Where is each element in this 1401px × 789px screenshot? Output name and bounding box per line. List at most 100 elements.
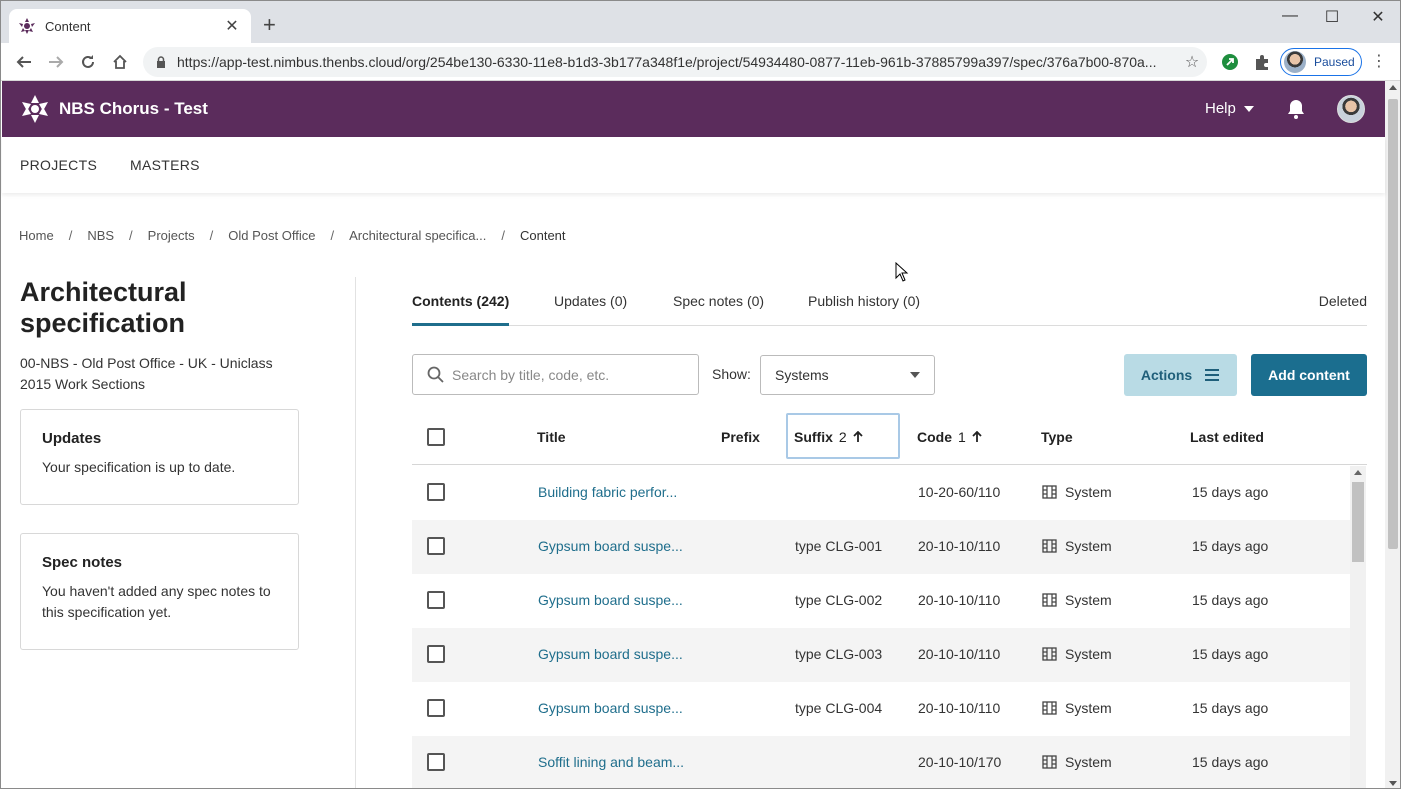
row-title-link[interactable]: Soffit lining and beam... <box>538 754 684 770</box>
table-scroll-up-icon[interactable] <box>1354 470 1362 475</box>
scroll-up-icon[interactable] <box>1389 85 1397 90</box>
column-last-edited-label: Last edited <box>1190 429 1264 445</box>
scrollbar-thumb[interactable] <box>1388 99 1398 549</box>
sidebar-divider <box>355 277 356 788</box>
spec-description: 00-NBS - Old Post Office - UK - Uniclass… <box>20 355 273 392</box>
address-bar[interactable]: https://app-test.nimbus.thenbs.cloud/org… <box>143 47 1207 77</box>
caret-down-icon <box>1243 105 1254 112</box>
column-title-label: Title <box>537 429 566 445</box>
breadcrumb: Home / NBS / Projects / Old Post Office … <box>19 228 566 243</box>
row-checkbox[interactable] <box>427 537 445 555</box>
window-close-icon[interactable]: ✕ <box>1368 7 1388 27</box>
actions-button[interactable]: Actions <box>1124 354 1237 396</box>
row-title-link[interactable]: Building fabric perfor... <box>538 484 677 500</box>
column-title[interactable]: Title <box>537 429 566 445</box>
row-suffix: type CLG-003 <box>795 646 883 662</box>
breadcrumb-separator: / <box>68 228 73 243</box>
row-last-edited: 15 days ago <box>1192 646 1269 662</box>
table-row[interactable]: Building fabric perfor... 10-20-60/110 S… <box>412 466 1350 520</box>
row-checkbox[interactable] <box>427 483 445 501</box>
maximize-icon[interactable]: ☐ <box>1322 7 1342 27</box>
tab-publish-history[interactable]: Publish history (0) <box>808 293 920 326</box>
column-type[interactable]: Type <box>1041 429 1073 445</box>
tab-spec-notes[interactable]: Spec notes (0) <box>673 293 764 326</box>
column-prefix[interactable]: Prefix <box>721 429 760 445</box>
table-row[interactable]: Gypsum board suspe... type CLG-002 20-10… <box>412 574 1350 628</box>
row-title-link[interactable]: Gypsum board suspe... <box>538 538 683 554</box>
row-title-link[interactable]: Gypsum board suspe... <box>538 592 683 608</box>
row-type-label: System <box>1065 484 1112 500</box>
spec-notes-card-text: You haven't added any spec notes to this… <box>42 583 271 620</box>
table-row[interactable]: Gypsum board suspe... type CLG-001 20-10… <box>412 520 1350 574</box>
secondary-nav: PROJECTS MASTERS <box>2 137 1385 193</box>
row-checkbox[interactable] <box>427 753 445 771</box>
app-header: NBS Chorus - Test Help <box>2 81 1385 137</box>
user-avatar[interactable] <box>1337 95 1365 123</box>
row-code: 20-10-10/110 <box>918 700 1001 716</box>
column-suffix-label: Suffix <box>794 429 833 445</box>
notifications-bell-icon[interactable] <box>1286 98 1306 120</box>
row-title-link[interactable]: Gypsum board suspe... <box>538 700 683 716</box>
system-icon <box>1042 647 1057 661</box>
nav-masters[interactable]: MASTERS <box>130 157 200 173</box>
tab-close-icon[interactable]: ✕ <box>223 16 241 36</box>
minimize-icon[interactable]: — <box>1280 7 1300 25</box>
help-menu[interactable]: Help <box>1205 100 1254 117</box>
help-label: Help <box>1205 100 1236 117</box>
new-tab-icon[interactable]: + <box>263 14 276 36</box>
breadcrumb-separator: / <box>501 228 505 243</box>
browser-tab[interactable]: Content ✕ <box>9 9 251 43</box>
system-icon <box>1042 755 1057 769</box>
column-last-edited[interactable]: Last edited <box>1190 429 1264 445</box>
page-scrollbar[interactable] <box>1385 81 1400 788</box>
select-all-checkbox[interactable] <box>427 428 445 446</box>
breadcrumb-projects[interactable]: Projects <box>148 228 195 243</box>
table-scrollbar[interactable] <box>1350 466 1366 788</box>
browser-menu-icon[interactable]: ⋮ <box>1371 53 1387 71</box>
row-title-link[interactable]: Gypsum board suspe... <box>538 646 683 662</box>
show-select[interactable]: Systems <box>760 355 935 395</box>
row-checkbox[interactable] <box>427 645 445 663</box>
add-content-button[interactable]: Add content <box>1251 354 1367 396</box>
system-icon <box>1042 539 1057 553</box>
table-row[interactable]: Gypsum board suspe... type CLG-004 20-10… <box>412 682 1350 736</box>
column-type-label: Type <box>1041 429 1073 445</box>
breadcrumb-project[interactable]: Old Post Office <box>228 228 315 243</box>
breadcrumb-spec[interactable]: Architectural specifica... <box>349 228 486 243</box>
breadcrumb-home[interactable]: Home <box>19 228 54 243</box>
bookmark-star-icon[interactable]: ☆ <box>1177 52 1207 72</box>
row-checkbox[interactable] <box>427 699 445 717</box>
column-code[interactable]: Code 1 <box>917 429 982 445</box>
extension-green-icon[interactable] <box>1221 53 1239 71</box>
url-text: https://app-test.nimbus.thenbs.cloud/org… <box>177 54 1157 70</box>
extensions-puzzle-icon[interactable] <box>1253 53 1271 71</box>
back-icon[interactable] <box>13 51 35 73</box>
profile-button[interactable]: Paused <box>1280 48 1362 76</box>
reload-icon[interactable] <box>77 51 99 73</box>
scroll-down-icon[interactable] <box>1389 781 1397 786</box>
forward-icon[interactable] <box>45 51 67 73</box>
breadcrumb-nbs[interactable]: NBS <box>87 228 114 243</box>
nbs-logo-icon[interactable] <box>19 93 51 125</box>
search-input[interactable] <box>452 366 682 383</box>
home-icon[interactable] <box>109 51 131 73</box>
updates-card-heading: Updates <box>42 430 102 447</box>
breadcrumb-separator: / <box>209 228 214 243</box>
tab-strip: Content ✕ + — ☐ ✕ <box>1 1 1400 43</box>
app-name[interactable]: NBS Chorus - Test <box>59 99 208 119</box>
table-row[interactable]: Gypsum board suspe... type CLG-003 20-10… <box>412 628 1350 682</box>
nav-projects[interactable]: PROJECTS <box>20 157 97 173</box>
row-checkbox[interactable] <box>427 591 445 609</box>
lock-icon <box>157 56 165 68</box>
tab-contents[interactable]: Contents (242) <box>412 293 510 326</box>
deleted-link[interactable]: Deleted <box>1319 293 1367 309</box>
row-last-edited: 15 days ago <box>1192 538 1269 554</box>
table-scrollbar-thumb[interactable] <box>1352 482 1364 562</box>
row-type: System <box>1042 592 1112 608</box>
row-code: 10-20-60/110 <box>918 484 1001 500</box>
tab-updates[interactable]: Updates (0) <box>554 293 627 326</box>
search-box[interactable] <box>412 354 699 395</box>
table-row[interactable]: Soffit lining and beam... 20-10-10/170 S… <box>412 736 1350 788</box>
column-suffix[interactable]: Suffix 2 <box>794 429 863 445</box>
menu-lines-icon <box>1205 369 1220 381</box>
